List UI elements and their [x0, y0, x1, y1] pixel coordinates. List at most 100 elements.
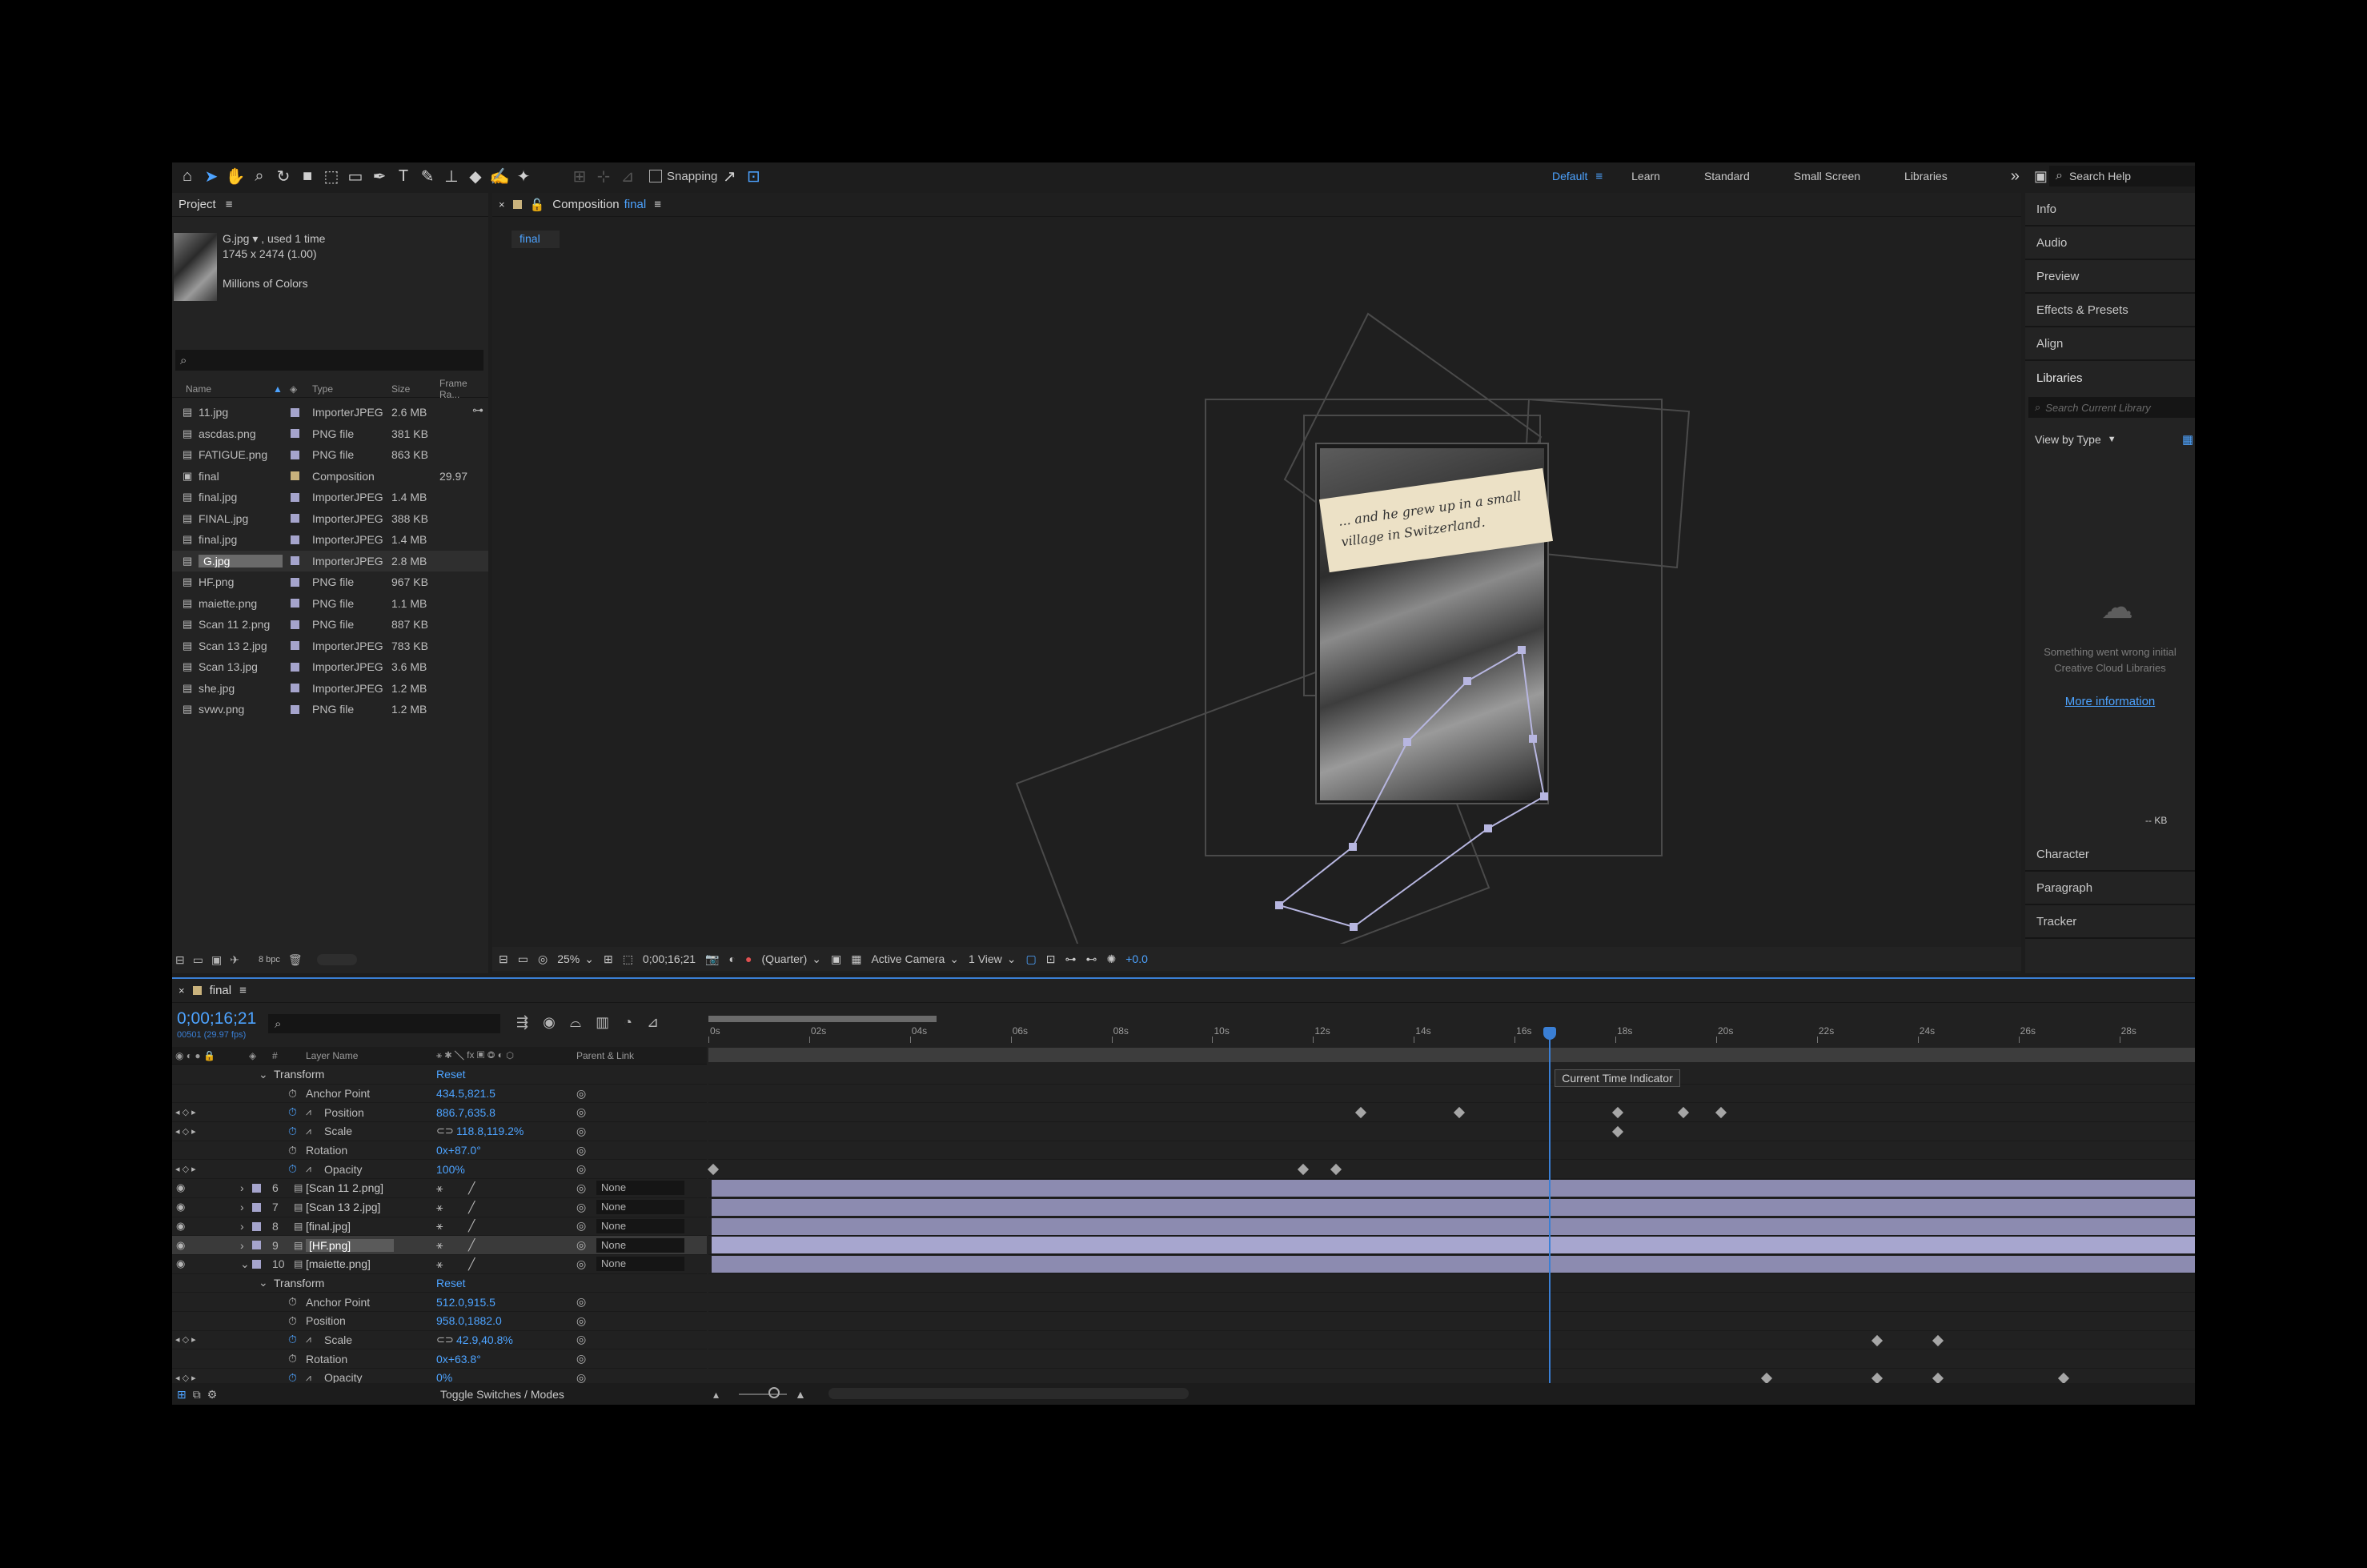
panel-tab-libraries[interactable]: Libraries	[2025, 361, 2195, 395]
workspace-tab-learn[interactable]: Learn	[1631, 170, 1660, 182]
property-row[interactable]: ◂ ◇ ▸ ⏱ ⩘ Position 886.7,635.8 ◎	[172, 1103, 707, 1123]
label-color-swatch[interactable]	[291, 662, 299, 672]
camera-dropdown[interactable]: Active Camera	[871, 952, 945, 965]
stopwatch-icon[interactable]: ⏱	[288, 1333, 297, 1346]
project-item[interactable]: ▤ Scan 11 2.png PNG file 887 KB	[172, 614, 488, 636]
label-color-swatch[interactable]	[291, 514, 299, 523]
stopwatch-icon[interactable]: ⏱	[288, 1087, 297, 1101]
expression-pickwhip-icon[interactable]: ◎	[576, 1314, 586, 1328]
pickwhip-icon[interactable]: ◎	[576, 1257, 586, 1271]
label-color-swatch[interactable]	[291, 492, 299, 502]
project-item[interactable]: ▤ she.jpg ImporterJPEG 1.2 MB	[172, 678, 488, 700]
new-composition-icon[interactable]: ▣	[211, 953, 222, 967]
zoom-slider-handle[interactable]	[768, 1387, 780, 1398]
layer-duration-bar[interactable]	[712, 1237, 2195, 1254]
camera-tool-icon[interactable]: ■	[295, 164, 319, 188]
layer-bar-track[interactable]	[708, 1255, 2195, 1274]
parent-dropdown[interactable]: None	[596, 1257, 684, 1272]
layer-bar-track[interactable]	[708, 1236, 2195, 1255]
project-item[interactable]: ▤ HF.png PNG file 967 KB	[172, 571, 488, 593]
work-area-range[interactable]	[708, 1048, 2195, 1062]
chevron-down-icon[interactable]: ⌄	[1007, 952, 1017, 966]
layer-duration-bar[interactable]	[712, 1255, 2195, 1273]
project-item[interactable]: ▤ svwv.png PNG file 1.2 MB	[172, 699, 488, 720]
parent-dropdown[interactable]: None	[596, 1181, 684, 1196]
property-value[interactable]: 0x+63.8°	[436, 1353, 481, 1365]
layer-duration-bar[interactable]	[712, 1198, 2195, 1216]
property-value[interactable]: 512.0,915.5	[436, 1296, 495, 1309]
keyframe-diamond[interactable]	[1330, 1164, 1342, 1176]
shy-switch-icon[interactable]: ⚹	[436, 1181, 443, 1195]
property-row[interactable]: ◂ ◇ ▸ ⏱ ⩘ Scale ⊂⊃ 42.9,40.8% ◎	[172, 1331, 707, 1350]
resolution-dropdown[interactable]: (Quarter)	[761, 952, 807, 965]
layer-row[interactable]: ◉ › 7 ▤ [Scan 13 2.jpg] ⚹ ╱ ◎ None	[172, 1198, 707, 1217]
new-folder-icon[interactable]: ▭	[193, 953, 203, 967]
eye-icon[interactable]: ◉	[176, 1181, 185, 1194]
workspace-tab-default[interactable]: Default	[1552, 170, 1587, 182]
layer-row[interactable]: ◉ › 8 ▤ [final.jpg] ⚹ ╱ ◎ None	[172, 1217, 707, 1237]
layer-label-color[interactable]	[252, 1259, 261, 1269]
type-tool-icon[interactable]: T	[391, 164, 415, 188]
expression-pickwhip-icon[interactable]: ◎	[576, 1105, 586, 1119]
property-row[interactable]: ⏱ Position 958.0,1882.0 ◎	[172, 1312, 707, 1331]
always-preview-icon[interactable]: ⊟	[499, 952, 508, 966]
pickwhip-icon[interactable]: ◎	[576, 1201, 586, 1214]
stopwatch-icon[interactable]: ⏱	[288, 1125, 297, 1138]
label-color-swatch[interactable]	[291, 429, 299, 439]
project-item[interactable]: ▤ Scan 13 2.jpg ImporterJPEG 783 KB	[172, 636, 488, 657]
project-item[interactable]: ▤ final.jpg ImporterJPEG 1.4 MB	[172, 487, 488, 508]
property-track[interactable]	[708, 1274, 2195, 1293]
monitor-icon[interactable]: ▭	[518, 952, 528, 966]
flowchart-icon[interactable]: ⊶	[472, 403, 483, 417]
label-color-swatch[interactable]	[291, 641, 299, 651]
layer-label-color[interactable]	[252, 1202, 261, 1212]
show-snapshot-icon[interactable]: ◐	[729, 952, 736, 965]
grid-icon[interactable]: ⊞	[604, 952, 613, 966]
property-track[interactable]	[708, 1160, 2195, 1180]
snapping-checkbox[interactable]	[649, 170, 662, 182]
keyframe-diamond[interactable]	[2058, 1372, 2070, 1385]
keyframe-navigator-icon[interactable]: ◂ ◇ ▸	[175, 1334, 196, 1345]
sort-arrow-icon[interactable]: ▲	[273, 383, 283, 395]
property-track[interactable]	[708, 1065, 2195, 1085]
pan-behind-tool-icon[interactable]: ⬚	[319, 164, 343, 188]
property-track[interactable]	[708, 1331, 2195, 1350]
keyframe-diamond[interactable]	[1932, 1372, 1944, 1385]
property-value[interactable]: 434.5,821.5	[436, 1087, 495, 1100]
parent-dropdown[interactable]: None	[596, 1200, 684, 1215]
keyframe-diamond[interactable]	[708, 1164, 720, 1176]
render-icon[interactable]: ✈	[230, 953, 239, 967]
views-dropdown[interactable]: 1 View	[969, 952, 1002, 965]
rotate-tool-icon[interactable]: ↻	[271, 164, 295, 188]
quality-switch-icon[interactable]: ╱	[468, 1219, 475, 1233]
panel-tab-paragraph[interactable]: Paragraph	[2025, 872, 2195, 905]
property-track[interactable]	[708, 1103, 2195, 1123]
shy-switch-icon[interactable]: ⚹	[436, 1257, 443, 1271]
comp-breadcrumb-tab[interactable]: final	[512, 231, 560, 248]
workspace-overflow-icon[interactable]: »	[2011, 167, 2020, 186]
keyframe-navigator-icon[interactable]: ◂ ◇ ▸	[175, 1164, 196, 1174]
panel-menu-icon[interactable]: ≡	[654, 198, 661, 211]
col-size[interactable]: Size	[391, 383, 410, 395]
stopwatch-icon[interactable]: ⏱	[288, 1314, 297, 1328]
label-color-swatch[interactable]	[291, 620, 299, 629]
graph-icon[interactable]: ⩘	[306, 1372, 311, 1384]
keyframe-navigator-icon[interactable]: ◂ ◇ ▸	[175, 1126, 196, 1137]
parent-link-header[interactable]: Parent & Link	[576, 1050, 634, 1061]
project-item[interactable]: ▤ Scan 13.jpg ImporterJPEG 3.6 MB	[172, 656, 488, 678]
keyframe-diamond[interactable]	[1355, 1107, 1367, 1119]
stopwatch-icon[interactable]: ⏱	[288, 1352, 297, 1365]
label-color-swatch[interactable]	[291, 684, 299, 693]
region-of-interest-icon[interactable]: ▣	[831, 952, 841, 966]
shy-switch-icon[interactable]: ⚹	[436, 1201, 443, 1214]
rectangle-tool-icon[interactable]: ▭	[343, 164, 367, 188]
keyframe-diamond[interactable]	[1677, 1107, 1690, 1119]
layer-name[interactable]: [Scan 13 2.jpg]	[306, 1201, 380, 1213]
zoom-slider-track[interactable]	[739, 1394, 787, 1395]
layer-label-color[interactable]	[252, 1221, 261, 1231]
project-item[interactable]: ▤ maiette.png PNG file 1.1 MB	[172, 593, 488, 615]
pickwhip-icon[interactable]: ◎	[576, 1181, 586, 1195]
col-name[interactable]: Name	[186, 383, 211, 395]
close-icon[interactable]: ×	[179, 985, 185, 997]
in-out-icon[interactable]: ⚙	[207, 1388, 218, 1402]
